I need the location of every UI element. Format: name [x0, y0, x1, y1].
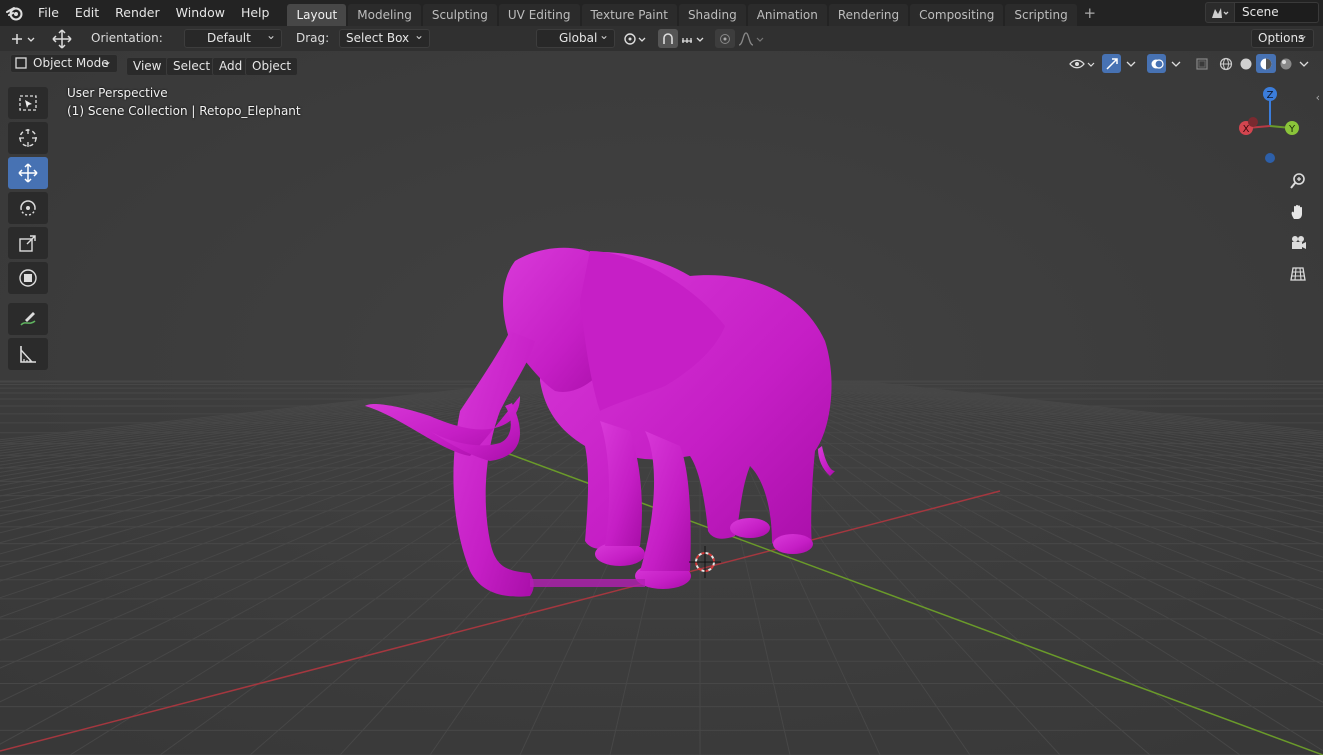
move-tool-icon: [50, 28, 74, 49]
snap-toggle-icon[interactable]: [658, 29, 678, 48]
options-dropdown[interactable]: Options: [1251, 27, 1314, 48]
tab-texture-paint[interactable]: Texture Paint: [581, 4, 677, 26]
tab-modeling[interactable]: Modeling: [348, 4, 421, 26]
rotate-tool[interactable]: [8, 192, 48, 224]
xray-toggle-icon[interactable]: [1192, 54, 1211, 73]
move-icon: [18, 163, 38, 183]
menu-file[interactable]: File: [30, 2, 67, 24]
tab-sculpting[interactable]: Sculpting: [422, 4, 497, 26]
solid-shading-icon[interactable]: [1236, 54, 1256, 73]
overlays-toggle-icon[interactable]: [1147, 54, 1166, 73]
ortho-toggle-button[interactable]: [1285, 261, 1311, 287]
pan-button[interactable]: [1285, 199, 1311, 225]
annotate-tool[interactable]: [8, 303, 48, 335]
left-toolbar: [8, 87, 50, 373]
grid-ortho-icon: [1290, 267, 1306, 281]
proportional-editing-icon[interactable]: [715, 29, 735, 48]
pivot-point-icon[interactable]: [621, 29, 651, 48]
viewport-header: Object Mode ⌄ View Select Add Object: [0, 51, 1323, 76]
measure-icon: [20, 346, 36, 363]
menu-render[interactable]: Render: [107, 2, 168, 24]
blender-logo-icon[interactable]: [0, 0, 30, 26]
add-workspace-button[interactable]: +: [1079, 2, 1101, 24]
menu-edit[interactable]: Edit: [67, 2, 107, 24]
hand-pan-icon: [1291, 204, 1302, 219]
viewport-menu-select[interactable]: Select: [166, 57, 218, 76]
camera-icon: [1292, 236, 1306, 249]
collection-label: (1) Scene Collection | Retopo_Elephant: [67, 104, 301, 118]
scene-name-field[interactable]: Scene: [1235, 2, 1319, 23]
snap-target-icon[interactable]: [679, 29, 709, 48]
mode-label: Object Mode: [33, 56, 109, 70]
orientation-dropdown[interactable]: Default: [184, 27, 282, 48]
tab-compositing[interactable]: Compositing: [910, 4, 1004, 26]
transform-tool[interactable]: [8, 262, 48, 294]
tab-rendering[interactable]: Rendering: [828, 4, 909, 26]
gizmo-x-label: X: [1243, 124, 1250, 135]
select-box-tool[interactable]: [8, 87, 48, 119]
zoom-button[interactable]: [1285, 168, 1311, 194]
rotate-icon: [20, 200, 36, 216]
viewport-menu-object[interactable]: Object: [245, 57, 299, 76]
drag-label: Drag:: [296, 31, 330, 45]
camera-view-button[interactable]: [1285, 230, 1311, 256]
select-box-icon: [19, 95, 37, 111]
navigation-gizmo[interactable]: Z Y X: [1230, 84, 1310, 166]
scene-selector[interactable]: Scene: [1205, 2, 1319, 23]
scale-tool[interactable]: [8, 227, 48, 259]
scale-icon: [19, 235, 36, 252]
menu-help[interactable]: Help: [233, 2, 278, 24]
transform-orientation-dropdown[interactable]: Global: [536, 27, 615, 48]
annotate-icon: [20, 312, 36, 326]
tab-shading[interactable]: Shading: [678, 4, 746, 26]
workspace-tabs: Layout Modeling Sculpting UV Editing Texture…: [287, 0, 1078, 26]
material-preview-icon[interactable]: [1256, 54, 1276, 73]
tab-scripting[interactable]: Scripting: [1005, 4, 1077, 26]
zoom-icon: [1290, 173, 1305, 189]
sidebar-toggle-icon[interactable]: ‹: [1316, 91, 1320, 104]
cursor-tool[interactable]: [8, 122, 48, 154]
gizmo-z-label: Z: [1267, 90, 1274, 101]
move-tool[interactable]: [8, 157, 48, 189]
tool-mode-dropdown[interactable]: [8, 29, 40, 48]
top-menu-bar: File Edit Render Window Help Layout Modeling S…: [0, 0, 1323, 26]
gizmo-neg-z-handle[interactable]: [1265, 153, 1275, 163]
shading-dropdown-icon[interactable]: [1296, 54, 1312, 73]
gizmo-dropdown-icon[interactable]: [1122, 54, 1140, 73]
orientation-label: Orientation:: [91, 31, 163, 45]
object-mode-icon: [15, 57, 27, 74]
falloff-icon[interactable]: [736, 29, 766, 48]
wireframe-shading-icon[interactable]: [1216, 54, 1236, 73]
3d-viewport[interactable]: Object Mode ⌄ View Select Add Object Use…: [0, 51, 1323, 755]
mode-dropdown[interactable]: Object Mode ⌄: [10, 54, 118, 73]
overlays-dropdown-icon[interactable]: [1167, 54, 1185, 73]
rendered-shading-icon[interactable]: [1276, 54, 1296, 73]
cursor-icon: [19, 129, 37, 147]
viewport-menu-view[interactable]: View: [126, 57, 169, 76]
chevron-down-icon: ⌄: [101, 54, 112, 68]
scene-icon[interactable]: [1205, 2, 1235, 23]
viewport-scene: [0, 51, 1323, 755]
tab-animation[interactable]: Animation: [747, 4, 827, 26]
perspective-label: User Perspective: [67, 86, 168, 100]
drag-dropdown[interactable]: Select Box: [339, 27, 430, 48]
measure-tool[interactable]: [8, 338, 48, 370]
transform-icon: [19, 269, 37, 287]
tool-settings-header: Orientation: Default Drag: Select Box Gl…: [0, 26, 1323, 51]
menu-window[interactable]: Window: [168, 2, 233, 24]
viewport-menu-add[interactable]: Add: [212, 57, 250, 76]
tab-layout[interactable]: Layout: [287, 4, 347, 26]
visibility-dropdown-icon[interactable]: [1066, 54, 1098, 73]
gizmo-toggle-icon[interactable]: [1102, 54, 1121, 73]
tab-uv-editing[interactable]: UV Editing: [498, 4, 580, 26]
gizmo-y-label: Y: [1288, 124, 1296, 135]
